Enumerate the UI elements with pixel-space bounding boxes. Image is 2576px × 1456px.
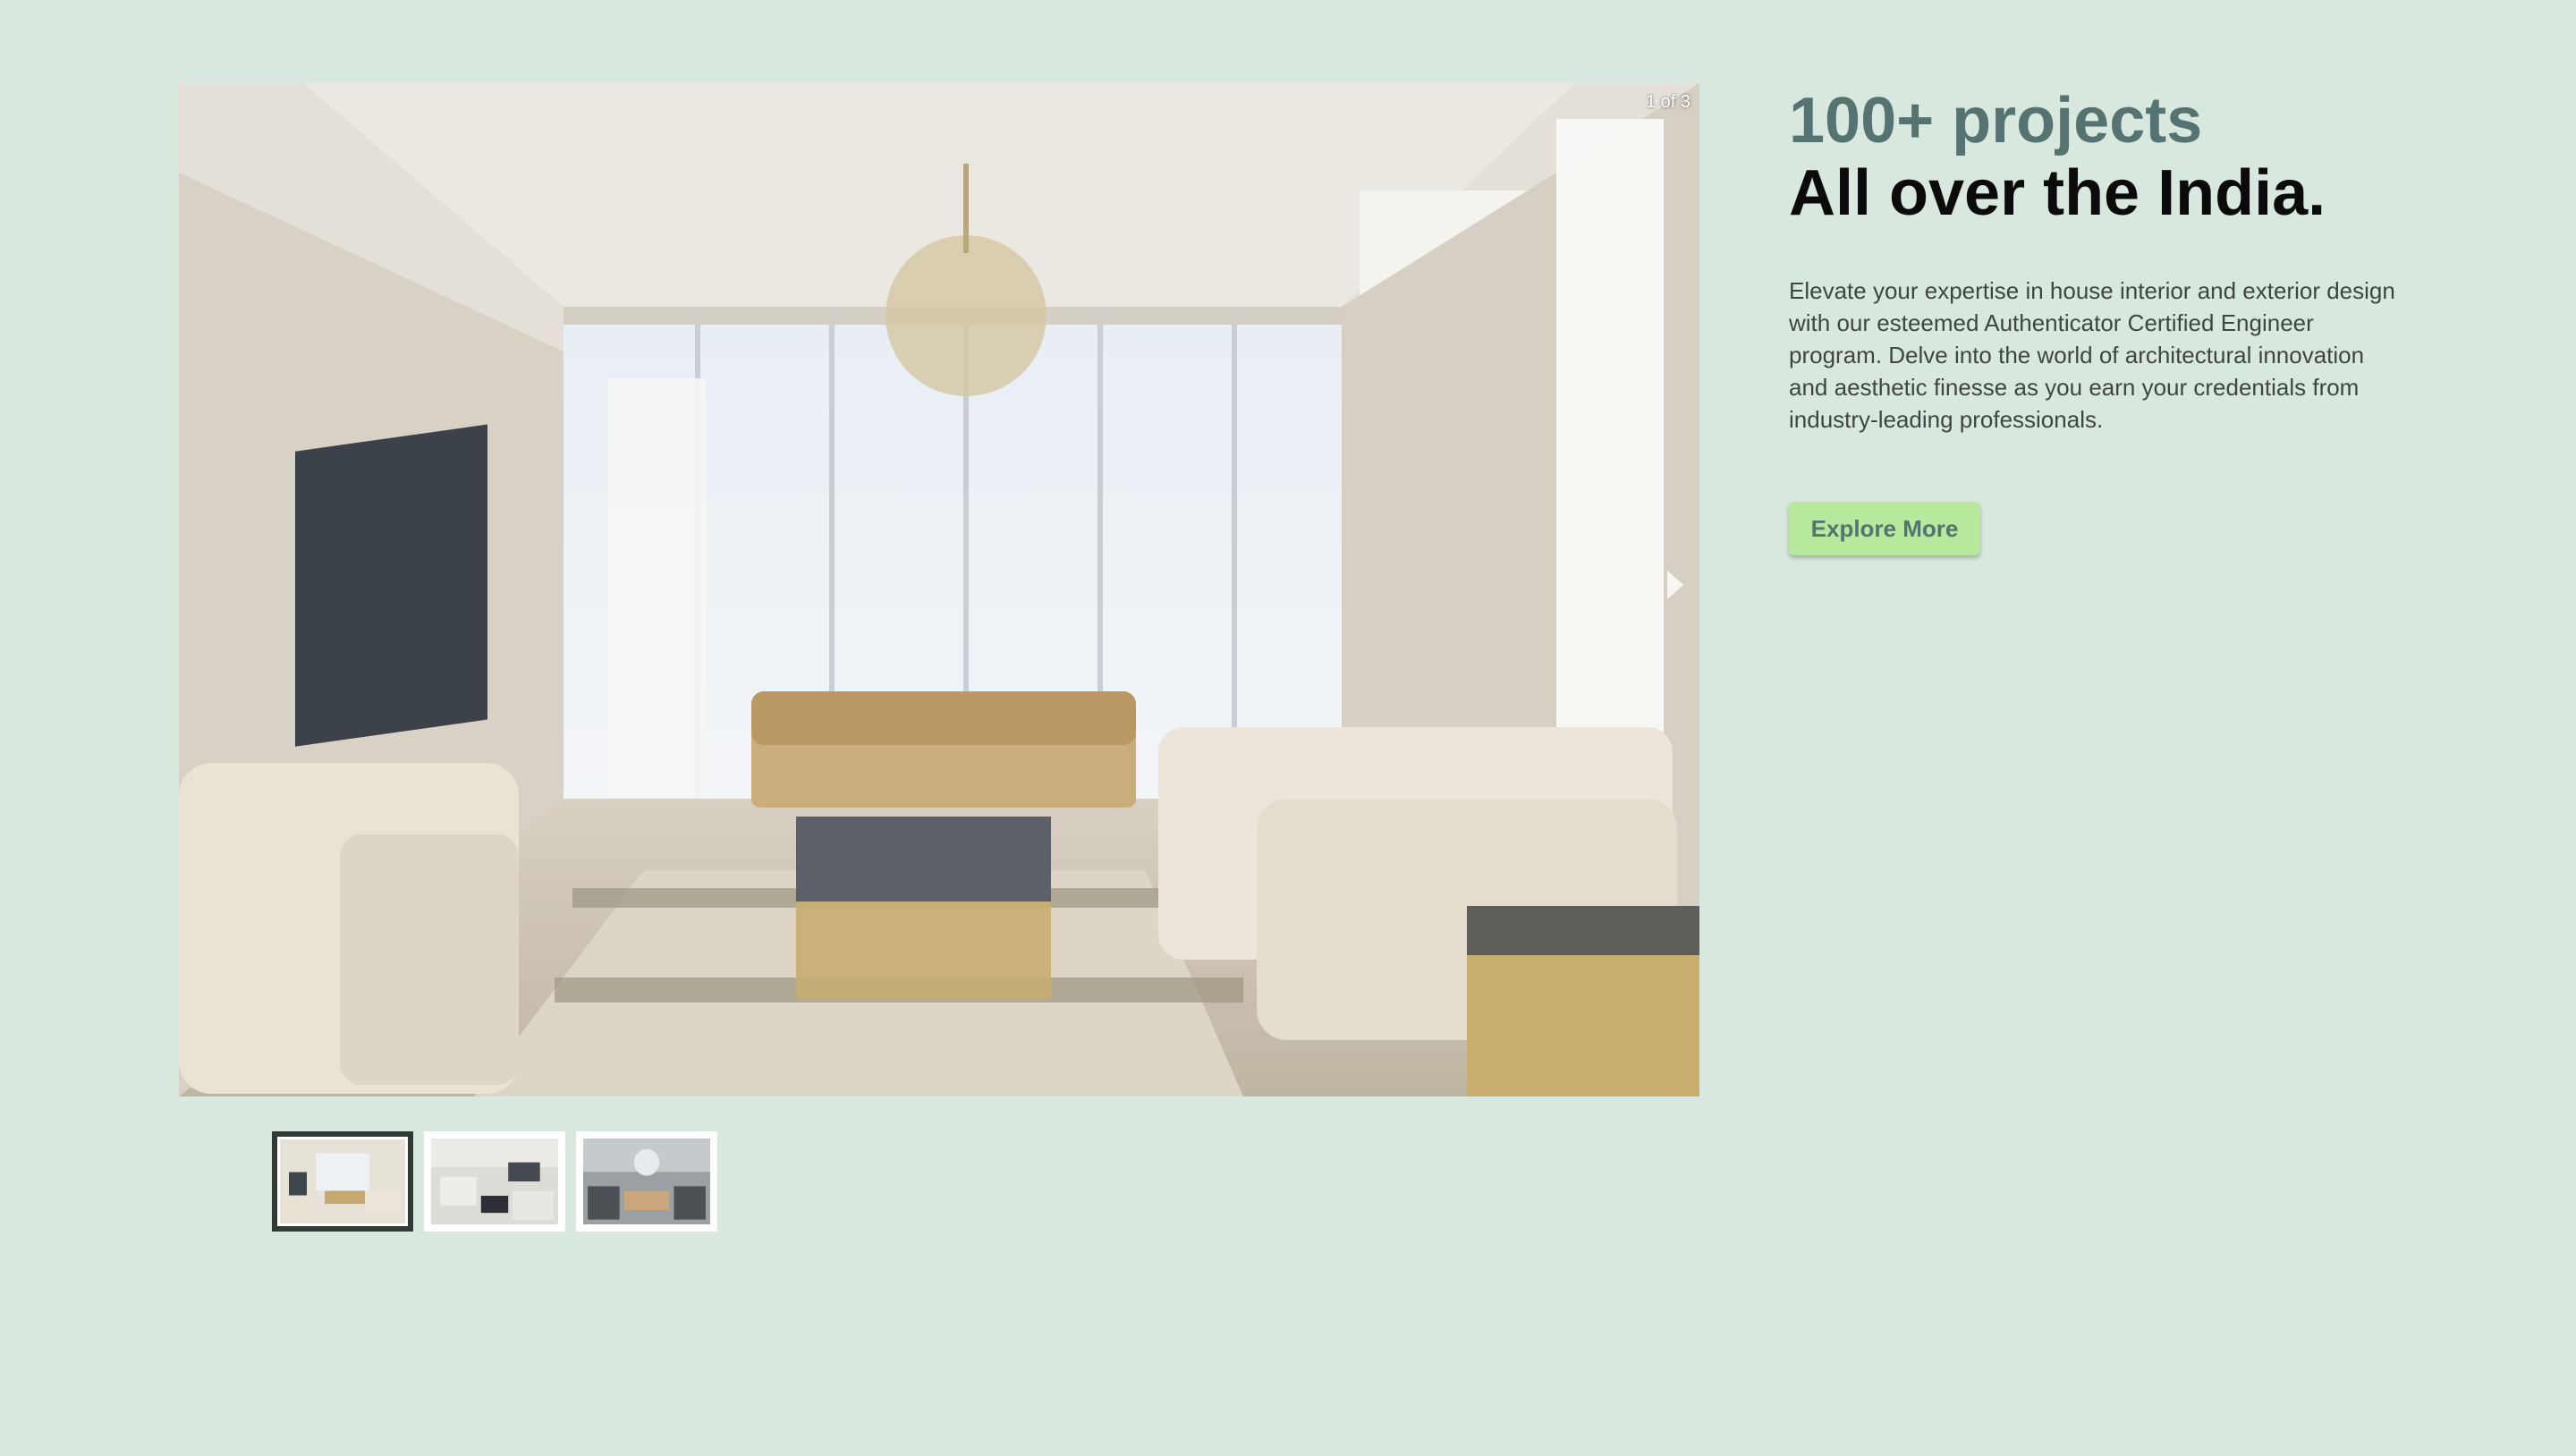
- image-carousel[interactable]: 1 of 3: [179, 83, 1699, 1096]
- slide-counter: 1 of 3: [1645, 92, 1690, 112]
- hero-info: 100+ projects All over the India. Elevat…: [1789, 85, 2415, 555]
- living-room-photo: [179, 83, 1699, 1096]
- hero-description: Elevate your expertise in house interior…: [1789, 277, 2395, 433]
- thumbnail-strip: [272, 1131, 717, 1232]
- thumbnail-1[interactable]: [272, 1131, 413, 1232]
- thumbnail-2[interactable]: [424, 1131, 565, 1232]
- projects-heading: 100+ projects: [1789, 85, 2203, 157]
- next-slide-arrow-icon[interactable]: [1667, 571, 1683, 599]
- thumbnail-3[interactable]: [576, 1131, 717, 1232]
- page-title: All over the India.: [1789, 157, 2326, 229]
- explore-more-button[interactable]: Explore More: [1789, 502, 1980, 555]
